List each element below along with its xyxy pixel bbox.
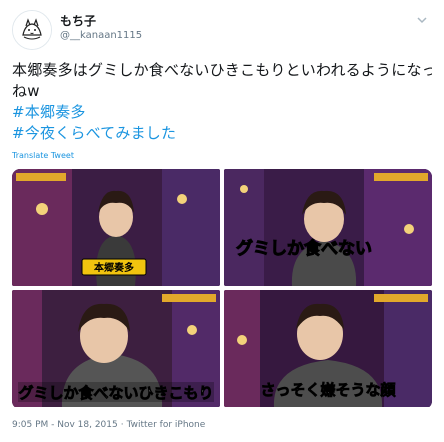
chevron-down-icon[interactable] bbox=[416, 14, 428, 26]
tweet-text: 本郷奏多はグミしか食べないひきこもりといわれるようになったん ねw #本郷奏多 … bbox=[12, 60, 432, 144]
media-photo[interactable]: 本郷奏多 bbox=[12, 169, 220, 286]
caption-text: グミしか食べない bbox=[236, 238, 372, 259]
user-handle[interactable]: @__kanaan1115 bbox=[60, 30, 142, 41]
media-photo[interactable]: さっそく嫌そうな顔 bbox=[224, 290, 432, 407]
display-name[interactable]: もち子 bbox=[60, 12, 96, 29]
media-photo[interactable]: グミしか食べないひきこもり bbox=[12, 290, 220, 407]
caption-text: さっそく嫌そうな顔 bbox=[260, 381, 396, 399]
timestamp[interactable]: 9:05 PM - Nov 18, 2015 bbox=[12, 420, 118, 430]
client-source[interactable]: Twitter for iPhone bbox=[127, 420, 206, 430]
avatar[interactable] bbox=[12, 10, 52, 50]
translate-tweet-link[interactable]: Translate Tweet bbox=[12, 151, 74, 160]
tweet-text-line: ねw bbox=[12, 82, 40, 100]
hashtag-link[interactable]: #本郷奏多 bbox=[12, 102, 432, 123]
nameplate-caption: 本郷奏多 bbox=[94, 261, 134, 274]
media-photo[interactable]: グミしか食べない bbox=[224, 169, 432, 286]
hashtag-link[interactable]: #今夜くらべてみました bbox=[12, 123, 432, 144]
avatar-illustration-icon bbox=[13, 11, 51, 49]
tweet-text-line: 本郷奏多はグミしか食べないひきこもりといわれるようになったん bbox=[12, 61, 432, 79]
media-grid[interactable]: 本郷奏多 グミしか食べない グミしか食べないひきこもり さっそく嫌そうな顔 bbox=[12, 169, 432, 409]
caption-text: グミしか食べないひきこもり bbox=[18, 384, 213, 402]
tweet-footer: 9:05 PM - Nov 18, 2015 · Twitter for iPhon… bbox=[12, 420, 205, 430]
separator: · bbox=[120, 420, 124, 430]
tweet-header: もち子 @__kanaan1115 bbox=[12, 8, 432, 50]
